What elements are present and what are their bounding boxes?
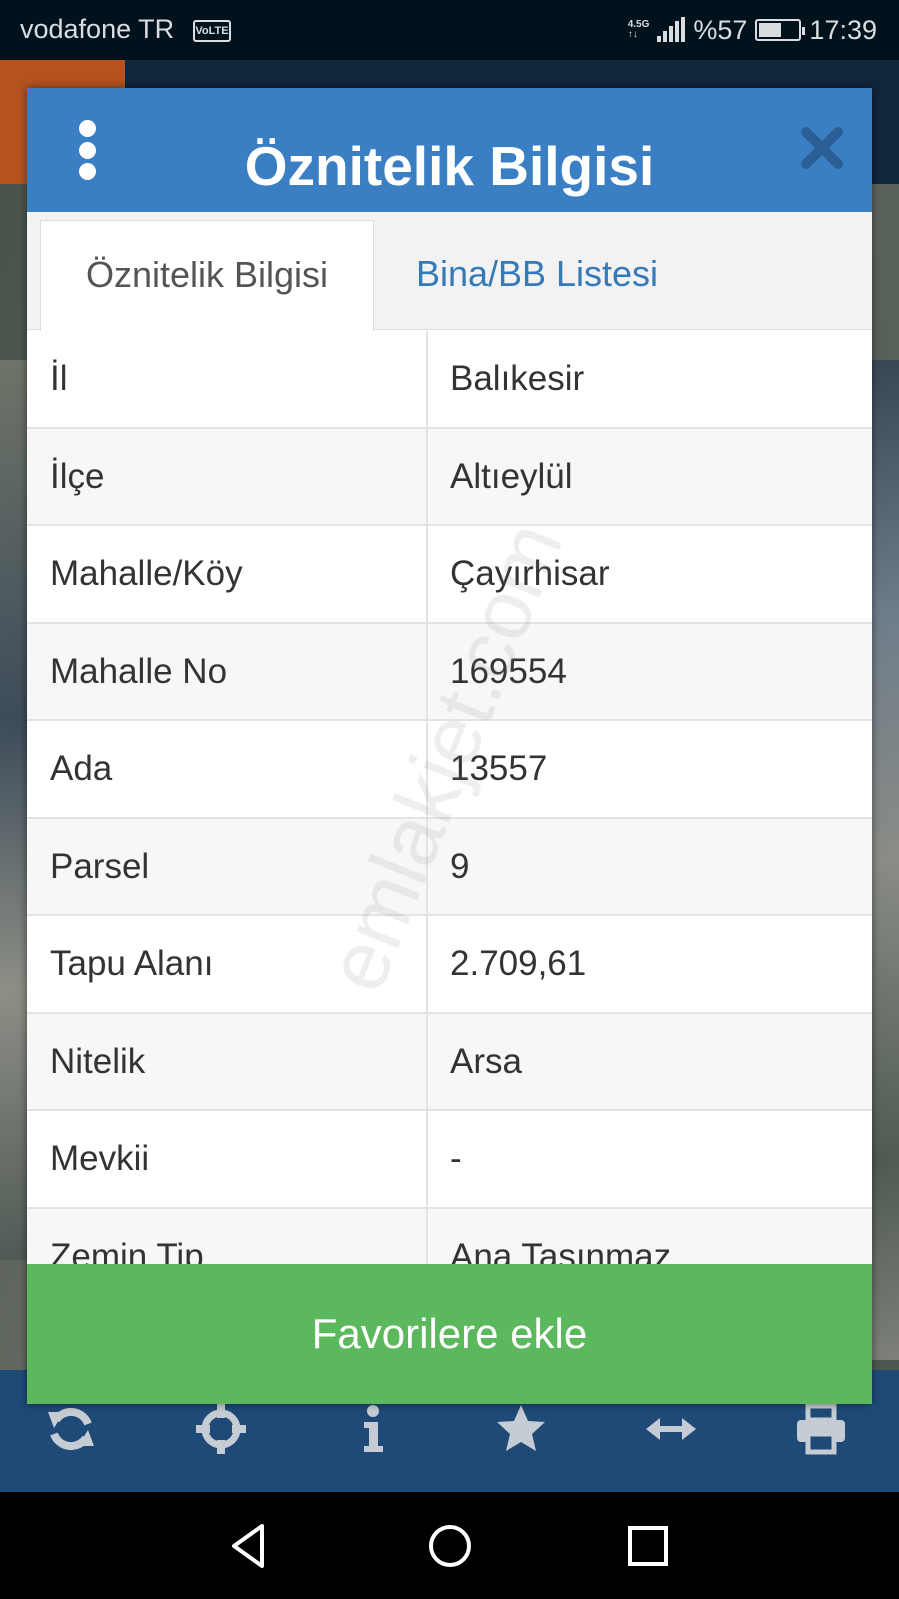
status-bar: vodafone TR VoLTE 4.5G ↑↓ %57 17:39 — [0, 0, 899, 60]
add-to-favorites-button[interactable]: Favorilere ekle — [27, 1264, 872, 1404]
signal-icon — [657, 17, 686, 42]
row-value: Arsa — [450, 1041, 522, 1081]
clock: 17:39 — [809, 14, 877, 45]
system-nav-bar — [0, 1492, 899, 1599]
table-row: Tapu Alanı 2.709,61 — [27, 916, 872, 1014]
tab-bar: Öznitelik Bilgisi Bina/BB Listesi — [27, 212, 872, 331]
map-imagery-right — [869, 360, 899, 1360]
print-icon[interactable] — [794, 1402, 848, 1456]
status-right: 4.5G ↑↓ %57 17:39 — [628, 14, 877, 46]
row-key: İlçe — [27, 428, 428, 524]
table-row: Mahalle/Köy Çayırhisar — [27, 526, 872, 624]
star-icon[interactable] — [494, 1402, 548, 1456]
table-row: İlçe Altıeylül — [27, 428, 872, 526]
network-type: 4.5G ↑↓ — [628, 20, 650, 40]
row-key: Mahalle/Köy — [27, 526, 428, 622]
measure-icon[interactable] — [644, 1402, 698, 1456]
row-value: 2.709,61 — [450, 944, 587, 983]
row-value: Balıkesir — [450, 359, 585, 398]
battery-percent: %57 — [693, 14, 748, 45]
row-key: Mahalle No — [27, 623, 428, 719]
locate-icon[interactable] — [194, 1402, 248, 1456]
volte-badge: VoLTE — [193, 20, 231, 42]
battery-fill — [759, 23, 782, 37]
refresh-icon[interactable] — [44, 1402, 98, 1456]
close-icon[interactable] — [800, 126, 844, 170]
carrier-name: vodafone TR — [20, 14, 175, 44]
table-row: Nitelik Arsa — [27, 1013, 872, 1111]
row-key: Nitelik — [27, 1013, 428, 1109]
back-icon[interactable] — [222, 1518, 278, 1574]
tab-attribute-info[interactable]: Öznitelik Bilgisi — [40, 220, 374, 331]
dialog-title: Öznitelik Bilgisi — [244, 135, 655, 197]
row-value: - — [450, 1139, 462, 1178]
attribute-info-dialog: Öznitelik Bilgisi Öznitelik Bilgisi Bina… — [27, 88, 872, 1404]
dialog-header: Öznitelik Bilgisi — [27, 88, 872, 212]
row-key: Mevkii — [27, 1111, 428, 1207]
table-row: İl Balıkesir — [27, 331, 872, 429]
home-icon[interactable] — [422, 1518, 478, 1574]
map-imagery-left — [0, 360, 28, 1260]
info-icon[interactable] — [346, 1402, 400, 1456]
tab-building-list[interactable]: Bina/BB Listesi — [377, 220, 697, 331]
row-key: Ada — [27, 721, 428, 817]
table-row: Mevkii - — [27, 1111, 872, 1209]
network-arrows: ↑↓ — [627, 29, 638, 40]
battery-icon — [755, 19, 806, 41]
row-value: 9 — [450, 846, 470, 886]
row-key: İl — [27, 331, 428, 427]
recents-icon[interactable] — [620, 1518, 676, 1574]
